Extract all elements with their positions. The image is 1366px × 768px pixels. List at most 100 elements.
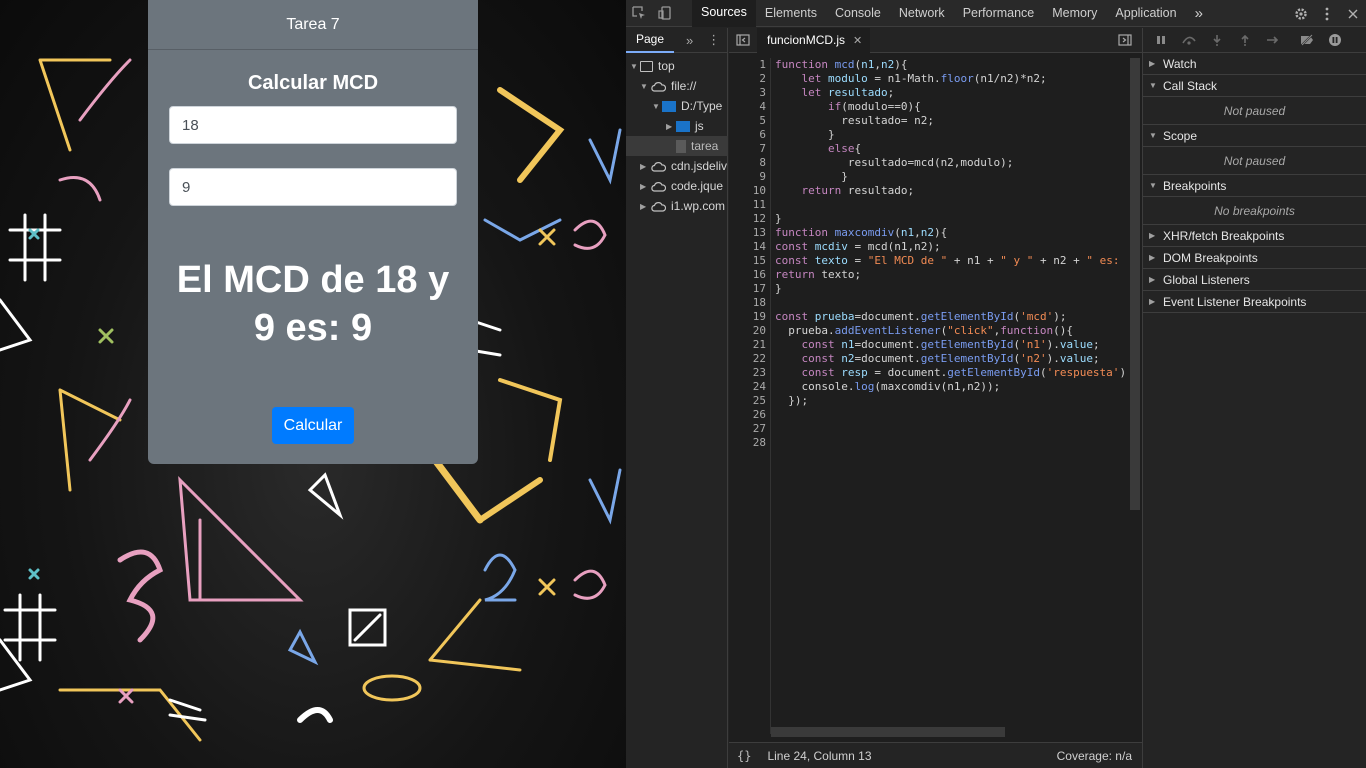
tab-elements[interactable]: Elements — [756, 0, 826, 27]
tree-item-file-tarea[interactable]: tarea — [626, 136, 728, 156]
line-number[interactable]: 22 — [729, 352, 770, 366]
tab-network[interactable]: Network — [890, 0, 954, 27]
inspect-element-icon[interactable] — [626, 0, 652, 27]
tree-item-top[interactable]: ▼ top — [626, 56, 728, 76]
section-global-listeners[interactable]: ▶ Global Listeners — [1143, 269, 1366, 291]
collapse-arrow-icon: ▶ — [1149, 231, 1156, 240]
expand-arrow-icon: ▼ — [1149, 81, 1157, 90]
line-number[interactable]: 14 — [729, 240, 770, 254]
tab-performance[interactable]: Performance — [954, 0, 1044, 27]
number-1-input[interactable]: 18 — [169, 106, 457, 144]
line-number[interactable]: 13 — [729, 226, 770, 240]
line-number[interactable]: 20 — [729, 324, 770, 338]
line-number[interactable]: 3 — [729, 86, 770, 100]
section-event-listener-breakpoints[interactable]: ▶ Event Listener Breakpoints — [1143, 291, 1366, 313]
expand-arrow-icon: ▼ — [652, 101, 660, 111]
line-number[interactable]: 1 — [729, 58, 770, 72]
line-number[interactable]: 10 — [729, 184, 770, 198]
file-tab-funcionmcd[interactable]: funcionMCD.js ✕ — [757, 27, 871, 53]
kebab-menu-icon[interactable] — [1314, 0, 1340, 27]
section-call-stack[interactable]: ▼ Call Stack — [1143, 75, 1366, 97]
step-icon[interactable] — [1259, 28, 1287, 53]
toggle-debugger-icon[interactable] — [1118, 34, 1132, 49]
web-page: Tarea 7 Calcular MCD 18 9 El MCD de 18 y… — [0, 0, 626, 768]
line-number[interactable]: 16 — [729, 268, 770, 282]
step-into-icon[interactable] — [1203, 28, 1231, 53]
line-number[interactable]: 23 — [729, 366, 770, 380]
tree-item-file[interactable]: ▼ file:// — [626, 76, 728, 96]
tree-item-i1-wp[interactable]: ▶ i1.wp.com — [626, 196, 728, 216]
editor-status-bar: {} Line 24, Column 13 Coverage: n/a — [729, 742, 1142, 768]
tab-memory[interactable]: Memory — [1043, 0, 1106, 27]
more-tabs-icon[interactable]: » — [1186, 0, 1212, 27]
tree-item-code-jquery[interactable]: ▶ code.jque — [626, 176, 728, 196]
collapse-arrow-icon: ▶ — [666, 121, 673, 131]
pause-icon[interactable] — [1147, 28, 1175, 53]
section-dom-breakpoints[interactable]: ▶ DOM Breakpoints — [1143, 247, 1366, 269]
coverage-status[interactable]: Coverage: n/a — [1057, 749, 1132, 763]
line-number[interactable]: 27 — [729, 422, 770, 436]
tab-console[interactable]: Console — [826, 0, 890, 27]
pause-on-exceptions-icon[interactable] — [1321, 28, 1349, 53]
collapse-arrow-icon: ▶ — [640, 181, 647, 191]
mcd-card: Tarea 7 Calcular MCD 18 9 El MCD de 18 y… — [148, 0, 478, 464]
line-number[interactable]: 18 — [729, 296, 770, 310]
line-number[interactable]: 2 — [729, 72, 770, 86]
close-tab-icon[interactable]: ✕ — [853, 34, 862, 47]
breakpoints-status: No breakpoints — [1143, 197, 1366, 225]
line-number[interactable]: 17 — [729, 282, 770, 296]
line-number[interactable]: 25 — [729, 394, 770, 408]
line-number[interactable]: 6 — [729, 128, 770, 142]
expand-arrow-icon: ▼ — [1149, 131, 1157, 140]
file-icon — [676, 139, 686, 153]
code-area[interactable]: 1 2 3 4 5 6 7 8 9 10 11 12 13 14 15 16 17 18 19 20 21 22 23 24 2… — [729, 58, 1127, 734]
deactivate-breakpoints-icon[interactable] — [1293, 28, 1321, 53]
line-number[interactable]: 12 — [729, 212, 770, 226]
tab-sources[interactable]: Sources — [692, 0, 756, 27]
line-number[interactable]: 19 — [729, 310, 770, 324]
collapse-arrow-icon: ▶ — [640, 161, 647, 171]
horizontal-scrollbar[interactable] — [771, 727, 1005, 737]
gear-icon[interactable] — [1288, 0, 1314, 27]
section-xhr-breakpoints[interactable]: ▶ XHR/fetch Breakpoints — [1143, 225, 1366, 247]
line-number[interactable]: 11 — [729, 198, 770, 212]
calcular-button[interactable]: Calcular — [272, 407, 354, 444]
line-number[interactable]: 4 — [729, 100, 770, 114]
step-over-icon[interactable] — [1175, 28, 1203, 53]
step-out-icon[interactable] — [1231, 28, 1259, 53]
card-title: Calcular MCD — [247, 72, 379, 94]
device-toolbar-icon[interactable] — [652, 0, 678, 27]
line-number[interactable]: 8 — [729, 156, 770, 170]
number-2-input[interactable]: 9 — [169, 168, 457, 206]
toggle-navigator-icon[interactable] — [729, 34, 757, 46]
line-number[interactable]: 28 — [729, 436, 770, 450]
line-number[interactable]: 7 — [729, 142, 770, 156]
line-number[interactable]: 26 — [729, 408, 770, 422]
tab-application[interactable]: Application — [1106, 0, 1185, 27]
code-editor: funcionMCD.js ✕ 1 2 3 4 5 6 7 8 9 10 11 12 13 14 15 16 1… — [729, 27, 1142, 768]
section-watch[interactable]: ▶ Watch — [1143, 53, 1366, 75]
tree-item-folder-js[interactable]: ▶ js — [626, 116, 728, 136]
navigator-menu-icon[interactable]: ⋮ — [707, 32, 720, 48]
close-icon[interactable] — [1340, 0, 1366, 27]
result-text: El MCD de 18 y 9 es: 9 — [158, 256, 468, 352]
line-number[interactable]: 5 — [729, 114, 770, 128]
more-navigator-icon[interactable]: » — [686, 33, 693, 48]
tab-page[interactable]: Page — [626, 28, 675, 53]
expand-arrow-icon: ▼ — [630, 61, 638, 71]
vertical-scrollbar[interactable] — [1130, 58, 1140, 510]
collapse-arrow-icon: ▶ — [1149, 253, 1156, 262]
tree-item-cdn-jsdelivr[interactable]: ▶ cdn.jsdeliv — [626, 156, 728, 176]
line-number[interactable]: 9 — [729, 170, 770, 184]
source-code[interactable]: function mcd(n1,n2){ let modulo = n1-Mat… — [775, 58, 1125, 408]
line-number[interactable]: 15 — [729, 254, 770, 268]
line-number[interactable]: 21 — [729, 338, 770, 352]
section-scope[interactable]: ▼ Scope — [1143, 125, 1366, 147]
folder-icon — [676, 120, 690, 132]
tree-item-folder-type[interactable]: ▼ D:/Type — [626, 96, 728, 116]
line-number-gutter[interactable]: 1 2 3 4 5 6 7 8 9 10 11 12 13 14 15 16 17 18 19 20 21 22 23 24 2… — [729, 58, 771, 734]
section-breakpoints[interactable]: ▼ Breakpoints — [1143, 175, 1366, 197]
pretty-print-icon[interactable]: {} — [737, 749, 751, 763]
cloud-icon — [651, 182, 666, 192]
line-number[interactable]: 24 — [729, 380, 770, 394]
